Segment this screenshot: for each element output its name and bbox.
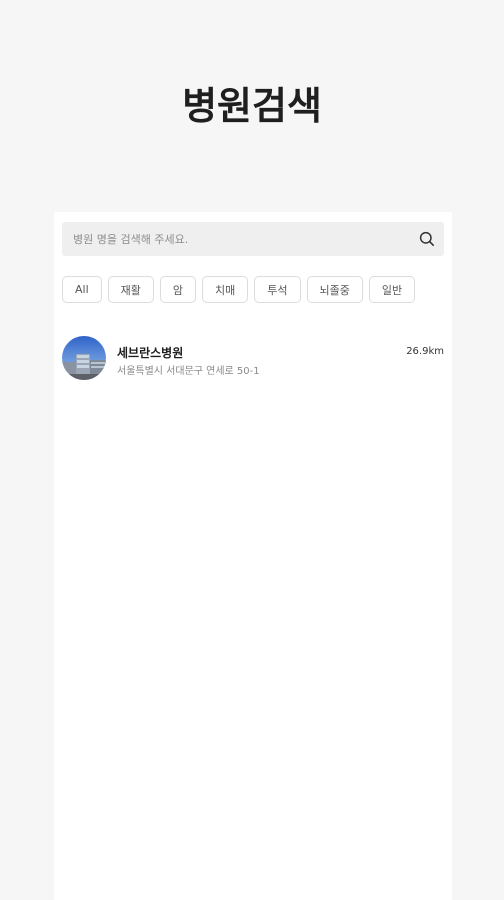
hospital-address: 서울특별시 서대문구 연세로 50-1 — [117, 366, 260, 377]
filter-chip-dialysis[interactable]: 투석 — [254, 276, 301, 303]
hospital-distance: 26.9km — [406, 346, 444, 357]
search-input[interactable] — [62, 222, 410, 256]
filter-chip-rehab[interactable]: 재활 — [107, 276, 154, 303]
filter-chip-stroke[interactable]: 뇌졸중 — [306, 276, 363, 303]
hospital-avatar — [62, 336, 106, 380]
search-bar — [62, 222, 444, 256]
filter-chips: All 재활 암 치매 투석 뇌졸중 일반 — [62, 276, 416, 303]
search-panel: All 재활 암 치매 투석 뇌졸중 일반 — [54, 212, 452, 900]
page-title: 병원검색 — [182, 84, 322, 128]
hospital-name: 세브란스병원 — [117, 346, 184, 360]
filter-chip-dementia[interactable]: 치매 — [202, 276, 249, 303]
list-item[interactable]: 세브란스병원 서울특별시 서대문구 연세로 50-1 26.9km — [62, 336, 444, 382]
filter-chip-cancer[interactable]: 암 — [159, 276, 197, 303]
filter-chip-general[interactable]: 일반 — [368, 276, 416, 303]
filter-chip-all[interactable]: All — [62, 276, 102, 303]
search-icon[interactable] — [410, 222, 444, 256]
hospital-list: 세브란스병원 서울특별시 서대문구 연세로 50-1 26.9km — [62, 336, 444, 382]
